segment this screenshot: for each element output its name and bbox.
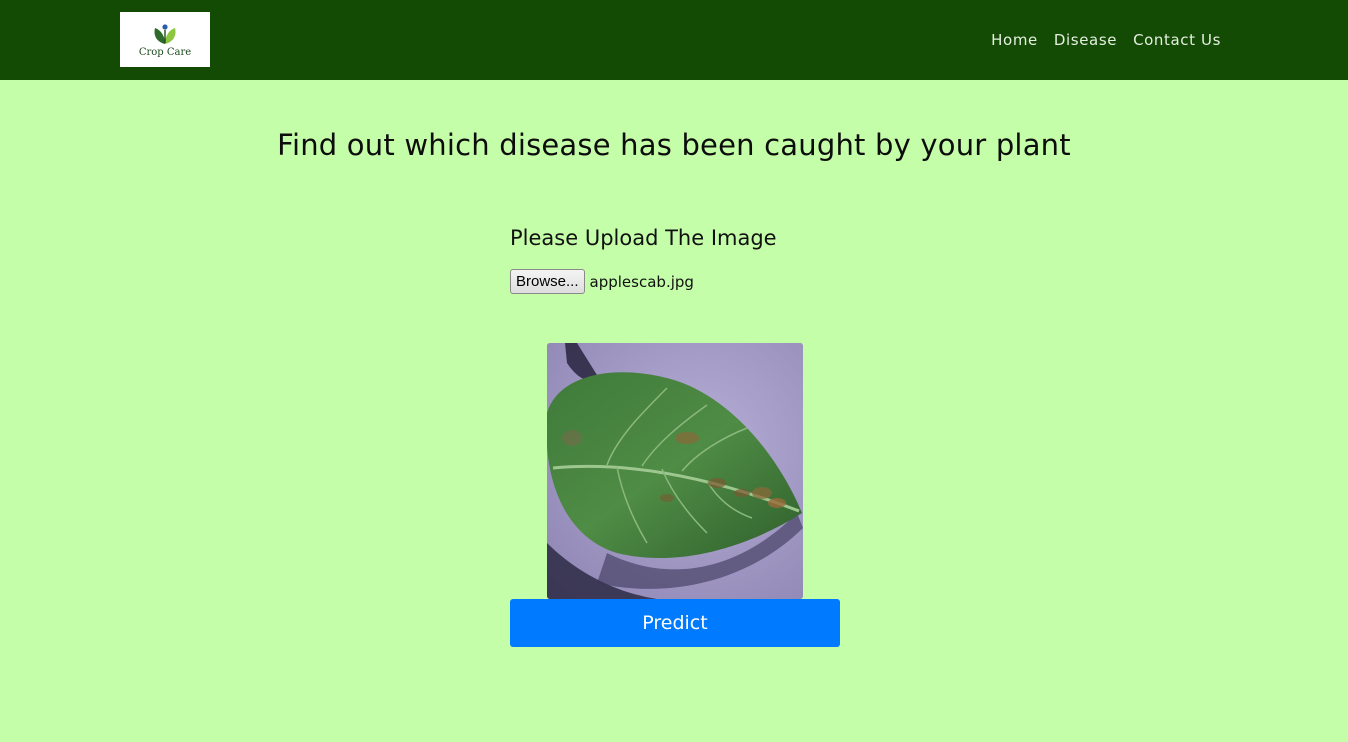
- nav-disease-link[interactable]: Disease: [1054, 31, 1117, 49]
- nav-home-link[interactable]: Home: [991, 31, 1038, 49]
- nav-contact-link[interactable]: Contact Us: [1133, 31, 1221, 49]
- logo-text: Crop Care: [138, 46, 192, 58]
- nav-menu: Home Disease Contact Us: [991, 0, 1221, 80]
- selected-file-name: applescab.jpg: [589, 272, 694, 291]
- leaf-preview-image: [547, 343, 803, 599]
- image-preview: [547, 343, 803, 599]
- browse-button[interactable]: Browse...: [510, 269, 585, 294]
- logo[interactable]: Crop Care: [120, 12, 210, 67]
- page-title: Find out which disease has been caught b…: [277, 128, 1071, 162]
- sprout-leaves-icon: [154, 23, 176, 44]
- predict-button[interactable]: Predict: [510, 599, 840, 647]
- upload-label: Please Upload The Image: [510, 226, 777, 250]
- navbar: Crop Care Home Disease Contact Us: [0, 0, 1348, 80]
- file-input[interactable]: Browse... applescab.jpg: [510, 269, 694, 294]
